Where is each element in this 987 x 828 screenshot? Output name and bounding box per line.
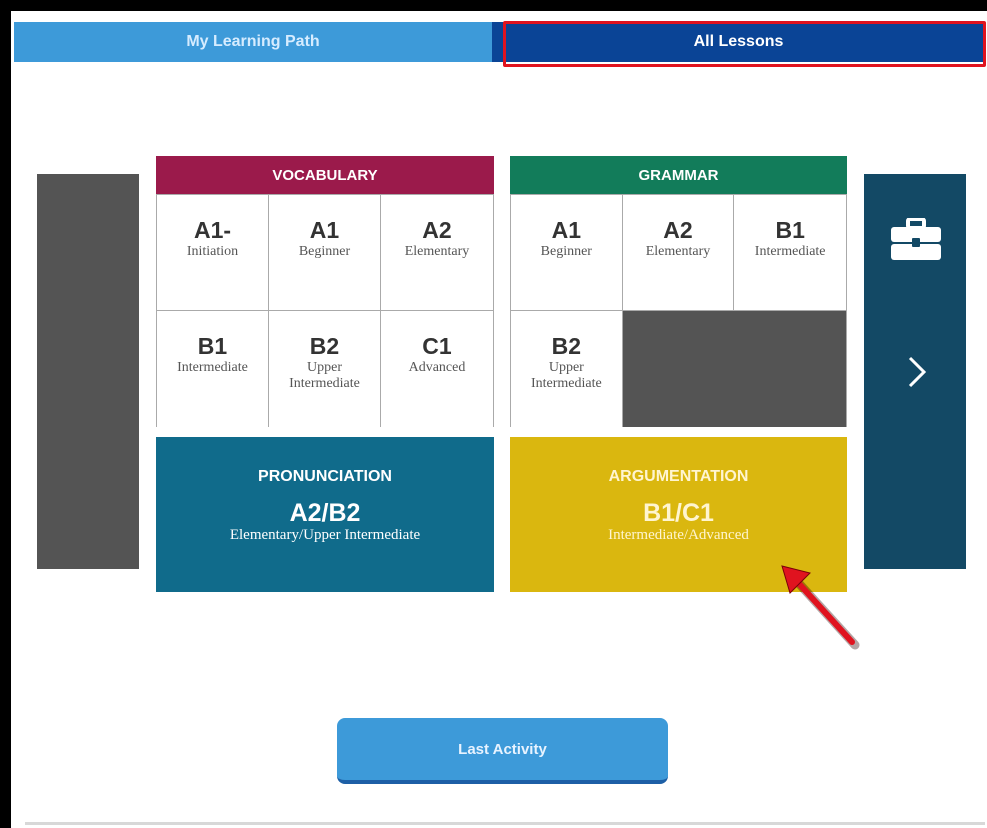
argumentation-level: B1/C1 xyxy=(643,499,714,527)
level-name: Upper Intermediate xyxy=(289,360,360,391)
level-code: A1- xyxy=(193,217,232,243)
level-name: Beginner xyxy=(540,244,592,259)
pronunciation-title: PRONUNCIATION xyxy=(258,468,392,485)
grammar-level-a2[interactable]: A2 Elementary xyxy=(622,195,735,311)
footer-divider xyxy=(25,822,985,825)
vocabulary-level-b1[interactable]: B1 Intermediate xyxy=(157,311,269,427)
level-code: A1 xyxy=(309,217,340,243)
pronunciation-desc: Elementary/Upper Intermediate xyxy=(229,527,421,543)
argumentation-title: ARGUMENTATION xyxy=(608,468,749,485)
tab-bar: My Learning Path All Lessons xyxy=(14,22,985,62)
level-name: Intermediate xyxy=(177,360,248,375)
vocabulary-level-a1minus[interactable]: A1- Initiation xyxy=(157,195,269,311)
vocabulary-level-a2[interactable]: A2 Elementary xyxy=(381,195,493,311)
level-code: B1 xyxy=(775,217,805,243)
vocabulary-header: VOCABULARY xyxy=(156,156,494,194)
level-name: Elementary xyxy=(645,244,711,259)
vocabulary-level-c1[interactable]: C1 Advanced xyxy=(381,311,493,427)
level-name: Beginner xyxy=(298,244,351,259)
empty-grid-area xyxy=(622,311,846,427)
argumentation-desc: Intermediate/Advanced xyxy=(608,527,749,543)
level-code: A1 xyxy=(551,217,582,243)
level-name: Advanced xyxy=(408,360,466,375)
grammar-header: GRAMMAR xyxy=(510,156,847,194)
vocabulary-level-grid: A1- Initiation A1 Beginner A2 Elementary… xyxy=(156,194,494,427)
grammar-level-b2[interactable]: B2 Upper Intermediate xyxy=(511,311,623,427)
last-activity-button[interactable]: Last Activity xyxy=(337,718,668,784)
level-name: Intermediate xyxy=(754,244,826,259)
level-code: C1 xyxy=(422,333,452,359)
level-name: Elementary xyxy=(404,244,470,259)
briefcase-icon[interactable] xyxy=(891,218,941,260)
grammar-level-grid: A1 Beginner A2 Elementary B1 Intermediat… xyxy=(510,194,847,427)
pronunciation-card[interactable]: PRONUNCIATION A2/B2 Elementary/Upper Int… xyxy=(156,437,494,592)
level-name: Upper Intermediate xyxy=(530,360,602,391)
tab-all-lessons[interactable]: All Lessons xyxy=(492,22,985,62)
level-code: A2 xyxy=(422,217,452,243)
chevron-right-icon[interactable] xyxy=(898,352,934,392)
vocabulary-level-a1[interactable]: A1 Beginner xyxy=(269,195,381,311)
level-code: B2 xyxy=(309,333,340,359)
previous-panel xyxy=(37,174,139,569)
vocabulary-level-b2[interactable]: B2 Upper Intermediate xyxy=(269,311,381,427)
pronunciation-level: A2/B2 xyxy=(289,499,361,527)
level-code: A2 xyxy=(663,217,693,243)
level-code: B1 xyxy=(197,333,228,359)
tab-my-learning-path[interactable]: My Learning Path xyxy=(14,22,492,62)
grammar-level-a1[interactable]: A1 Beginner xyxy=(511,195,623,311)
level-name: Initiation xyxy=(186,244,239,259)
level-code: B2 xyxy=(551,333,582,359)
argumentation-card[interactable]: ARGUMENTATION B1/C1 Intermediate/Advance… xyxy=(510,437,847,592)
grammar-level-b1[interactable]: B1 Intermediate xyxy=(734,195,846,311)
